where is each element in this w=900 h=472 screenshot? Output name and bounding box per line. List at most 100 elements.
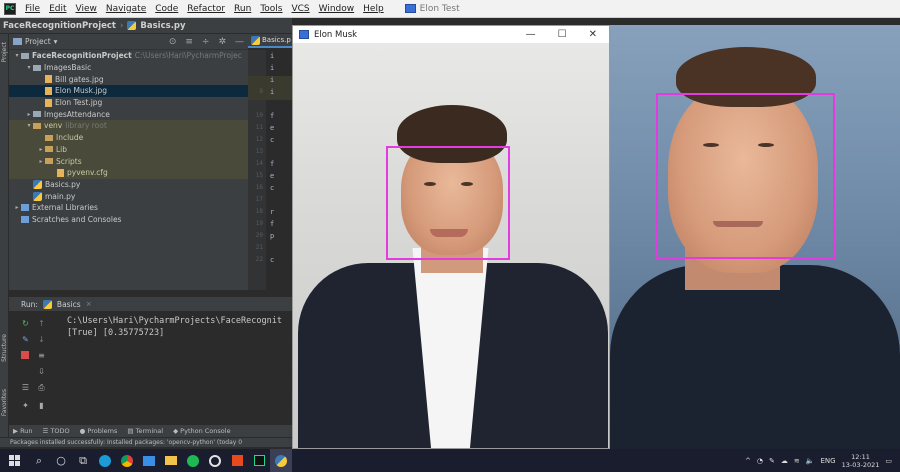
collapse-all-icon[interactable]: ≡ [185, 37, 193, 47]
code-line[interactable]: 15 e [248, 172, 292, 184]
language-indicator[interactable]: ENG [821, 457, 836, 465]
expand-arrow-icon[interactable]: ▸ [13, 204, 21, 211]
office-icon[interactable] [226, 449, 248, 472]
code-line[interactable] [248, 100, 292, 112]
tree-item[interactable]: Bill gates.jpg [9, 73, 248, 85]
spotify-icon[interactable] [182, 449, 204, 472]
notification-icon[interactable]: ▭ [885, 457, 892, 465]
code-line[interactable]: i [248, 76, 292, 88]
tree-item[interactable]: Elon Test.jpg [9, 97, 248, 109]
tree-item[interactable]: ▾ venv library root [9, 120, 248, 132]
tree-item[interactable]: ▸ External Libraries [9, 202, 248, 214]
cv-window-titlebar[interactable]: Elon Musk — ☐ ✕ [293, 26, 609, 43]
breadcrumb-file[interactable]: Basics.py [140, 21, 185, 31]
opera-icon[interactable] [204, 449, 226, 472]
tree-item[interactable]: Basics.py [9, 179, 248, 191]
minimize-button[interactable]: — [526, 29, 536, 40]
menu-refactor[interactable]: Refactor [187, 4, 225, 14]
scroll-to-end-icon[interactable]: ⇩ [37, 367, 46, 376]
arrow-down-icon[interactable]: ↓ [37, 335, 46, 344]
arrow-up-icon[interactable]: ↑ [37, 319, 46, 328]
expand-arrow-icon[interactable]: ▸ [37, 158, 45, 165]
expand-arrow-icon[interactable]: ▾ [25, 122, 33, 129]
breadcrumb-project[interactable]: FaceRecognitionProject [3, 21, 116, 31]
code-line[interactable]: 12 c [248, 136, 292, 148]
code-line[interactable]: 8i [248, 88, 292, 100]
code-line[interactable]: 20 p [248, 232, 292, 244]
wrench-icon[interactable]: ✎ [21, 335, 30, 344]
code-line[interactable]: 17 [248, 196, 292, 208]
tree-item[interactable]: pyvenv.cfg [9, 166, 248, 179]
store-icon[interactable] [138, 449, 160, 472]
code-line[interactable]: 10 f [248, 112, 292, 124]
code-line[interactable]: i [248, 64, 292, 76]
python-taskbar-icon[interactable] [270, 449, 292, 472]
status-message[interactable]: Packages installed successfully: Install… [10, 439, 242, 446]
close-button[interactable]: ✕ [589, 29, 597, 40]
clock[interactable]: 12:11 13-03-2021 [842, 453, 880, 469]
tree-item[interactable]: Scratches and Consoles [9, 214, 248, 226]
expand-arrow-icon[interactable]: ▸ [37, 146, 45, 153]
code-line[interactable]: 22 c [248, 256, 292, 268]
elon-test-window-title[interactable]: Elon Test [404, 4, 460, 14]
code-line[interactable]: 18 r [248, 208, 292, 220]
tool-window-todo[interactable]: ☰ TODO [43, 427, 70, 435]
structure-tool-tab[interactable]: Structure [1, 334, 8, 362]
menu-edit[interactable]: Edit [49, 4, 66, 14]
cloud-icon[interactable]: ☁ [781, 457, 788, 465]
menu-view[interactable]: View [76, 4, 97, 14]
cortana-icon[interactable]: ○ [50, 449, 72, 472]
tool-window-problems[interactable]: ● Problems [80, 427, 118, 435]
opencv-window-elon-musk[interactable]: Elon Musk — ☐ ✕ [292, 25, 610, 449]
code-line[interactable]: 19 f [248, 220, 292, 232]
stop-icon[interactable] [21, 351, 29, 359]
chevron-down-icon[interactable]: ▾ [54, 37, 58, 46]
menu-navigate[interactable]: Navigate [106, 4, 146, 14]
menu-code[interactable]: Code [155, 4, 178, 14]
chevron-up-icon[interactable]: ^ [745, 457, 751, 465]
tool-window-run[interactable]: ▶ Run [13, 427, 33, 435]
tool-window-terminal[interactable]: ▤ Terminal [127, 427, 163, 435]
menu-run[interactable]: Run [234, 4, 251, 14]
soft-wrap-icon[interactable]: ≡ [37, 351, 46, 360]
trash-icon[interactable]: ▮ [37, 401, 46, 410]
tree-item[interactable]: ▾ ImagesBasic [9, 62, 248, 74]
tree-item[interactable]: ▾ FaceRecognitionProject C:\Users\Hari\Pyc… [9, 50, 248, 62]
menu-window[interactable]: Window [319, 4, 355, 14]
expand-arrow-icon[interactable]: ▾ [13, 52, 21, 59]
pycharm-logo-icon[interactable]: PC [4, 2, 16, 15]
expand-arrow-icon[interactable]: ▸ [25, 111, 33, 118]
project-view-selector[interactable]: Project [25, 37, 51, 46]
volume-icon[interactable]: 🔈 [806, 457, 815, 465]
file-explorer-icon[interactable] [160, 449, 182, 472]
menu-tools[interactable]: Tools [260, 4, 282, 14]
menu-help[interactable]: Help [363, 4, 384, 14]
menu-file[interactable]: File [25, 4, 40, 14]
code-line[interactable]: 16 c [248, 184, 292, 196]
rerun-icon[interactable]: ↻ [21, 319, 30, 328]
print-icon[interactable]: ⎙ [37, 383, 46, 392]
code-line[interactable]: 11 e [248, 124, 292, 136]
windows-start-icon[interactable] [0, 449, 28, 472]
pin-icon[interactable]: ✦ [21, 401, 30, 410]
pen-icon[interactable]: ✎ [769, 457, 775, 465]
gear-icon[interactable]: ✲ [218, 37, 226, 47]
tool-window-python-console[interactable]: ◆ Python Console [173, 427, 230, 435]
locate-icon[interactable]: ⊙ [169, 37, 177, 47]
expand-icon[interactable]: ÷ [202, 37, 210, 47]
hide-icon[interactable]: — [235, 37, 244, 47]
tree-item[interactable]: ▸ Scripts [9, 155, 248, 167]
wifi-icon[interactable]: ≋ [794, 457, 800, 465]
pycharm-taskbar-icon[interactable] [248, 449, 270, 472]
tree-item[interactable]: ▸ ImgesAttendance [9, 108, 248, 120]
task-view-icon[interactable]: ⧉ [72, 449, 94, 472]
editor-tab-basics[interactable]: Basics.p [248, 34, 292, 48]
code-line[interactable]: 14 f [248, 160, 292, 172]
search-icon[interactable]: ⌕ [28, 449, 50, 472]
menu-vcs[interactable]: VCS [291, 4, 309, 14]
tree-item[interactable]: ▸ Lib [9, 143, 248, 156]
tree-item[interactable]: Elon Musk.jpg [9, 85, 248, 97]
code-line[interactable]: i [248, 52, 292, 64]
favorites-tool-tab[interactable]: Favorites [1, 389, 8, 416]
chrome-icon[interactable] [116, 449, 138, 472]
